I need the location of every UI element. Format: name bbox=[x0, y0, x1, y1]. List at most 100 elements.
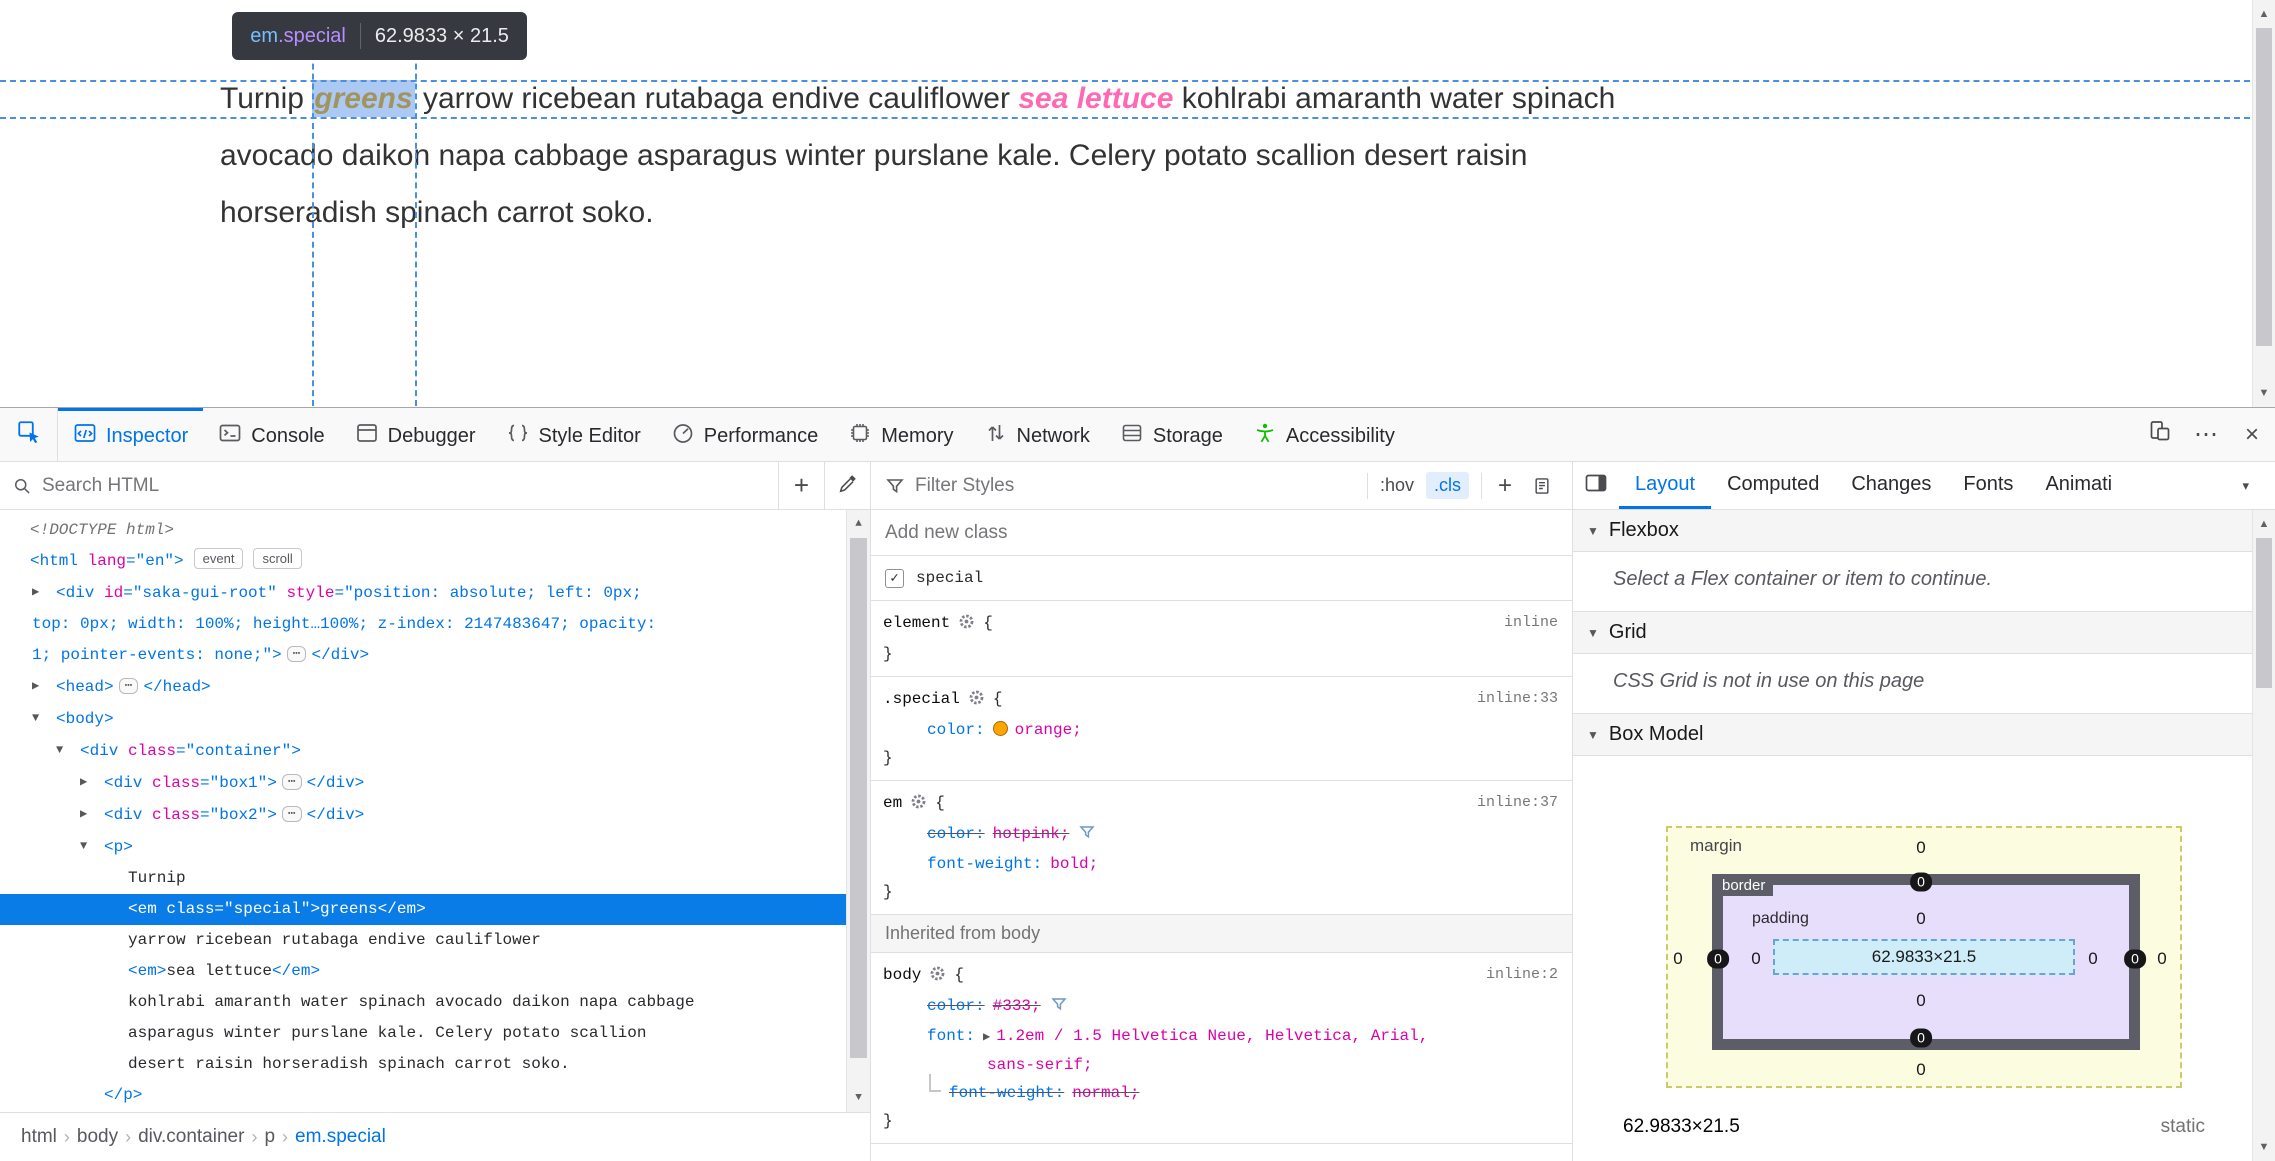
tab-memory[interactable]: Memory bbox=[833, 408, 968, 461]
rule-selector[interactable]: em bbox=[883, 794, 902, 812]
tab-debugger[interactable]: Debugger bbox=[340, 408, 491, 461]
collapse-arrow-icon[interactable]: ▼ bbox=[32, 703, 56, 734]
pseudo-class-toggle[interactable]: :hov bbox=[1374, 471, 1420, 500]
tab-console[interactable]: Console bbox=[203, 408, 339, 461]
property-value[interactable]: #333; bbox=[993, 997, 1041, 1015]
tab-layout[interactable]: Layout bbox=[1619, 462, 1712, 509]
flexbox-section-header[interactable]: ▼ Flexbox bbox=[1573, 510, 2275, 552]
padding-top-value[interactable]: 0 bbox=[1916, 909, 1925, 929]
tree-node-em-special-selected[interactable]: <em class="special">greens</em> bbox=[0, 894, 870, 925]
tree-node-div-box1[interactable]: ▶ <div class="box1"> ⋯ </div> bbox=[0, 767, 870, 799]
padding-left-value[interactable]: 0 bbox=[1751, 949, 1760, 969]
tab-fonts[interactable]: Fonts bbox=[1947, 462, 2029, 509]
page-scrollbar[interactable]: ▲ ▼ bbox=[2252, 0, 2275, 407]
rule-selector[interactable]: element bbox=[883, 614, 950, 632]
tab-performance[interactable]: Performance bbox=[656, 408, 834, 461]
property-name[interactable]: color: bbox=[927, 721, 985, 739]
box-model-content-region[interactable]: 62.9833×21.5 bbox=[1773, 939, 2075, 975]
tree-node-saka-gui-root[interactable]: ▶ <div id="saka-gui-root" style="position… bbox=[0, 577, 870, 671]
new-stylesheet-icon[interactable] bbox=[1522, 476, 1562, 496]
markup-tree[interactable]: <!DOCTYPE html> <html lang="en"> event scr… bbox=[0, 510, 870, 1112]
box-model-margin-region[interactable]: margin 62.9833×21.5 border padding 0 0 0… bbox=[1666, 826, 2182, 1088]
selector-gear-icon[interactable] bbox=[929, 964, 946, 992]
inline-ellipsis-button[interactable]: ⋯ bbox=[281, 774, 302, 790]
markup-scrollbar-thumb[interactable] bbox=[850, 538, 867, 1058]
class-checkbox[interactable]: ✓ bbox=[885, 568, 904, 588]
add-node-button[interactable]: + bbox=[778, 462, 824, 509]
box-model-border-region[interactable]: 62.9833×21.5 bbox=[1712, 874, 2140, 1050]
overridden-filter-icon[interactable] bbox=[1079, 822, 1096, 850]
tree-node-em-sea-lettuce[interactable]: <em>sea lettuce</em> bbox=[0, 956, 870, 987]
all-tabs-menu-icon[interactable]: ▾ bbox=[2242, 478, 2249, 494]
scroll-down-arrow[interactable]: ▼ bbox=[847, 1084, 870, 1112]
tree-node-text-kohlrabi[interactable]: kohlrabi amaranth water spinach avocado … bbox=[0, 987, 870, 1080]
tab-accessibility[interactable]: Accessibility bbox=[1238, 408, 1410, 461]
rule-source-link[interactable]: inline bbox=[1504, 609, 1558, 637]
meatball-menu-button[interactable]: ⋯ bbox=[2183, 408, 2229, 461]
tree-node-p[interactable]: ▼ <p> bbox=[0, 831, 870, 863]
expand-shorthand-icon[interactable]: ▶ bbox=[983, 1030, 990, 1044]
box-model-section-header[interactable]: ▼ Box Model bbox=[1573, 714, 2275, 756]
property-value[interactable]: 1.2em / 1.5 Helvetica Neue, Helvetica, A… bbox=[996, 1027, 1428, 1045]
class-panel-toggle[interactable]: .cls bbox=[1425, 472, 1469, 499]
padding-bottom-value[interactable]: 0 bbox=[1916, 991, 1925, 1011]
border-right-value[interactable]: 0 bbox=[2124, 949, 2146, 969]
rule-source-link[interactable]: inline:37 bbox=[1477, 789, 1558, 817]
event-badge[interactable]: event bbox=[193, 548, 244, 569]
scroll-down-arrow[interactable]: ▼ bbox=[2253, 1133, 2275, 1161]
sidebar-scrollbar-thumb[interactable] bbox=[2256, 538, 2272, 688]
tree-node-text-yarrow[interactable]: yarrow ricebean rutabaga endive cauliflo… bbox=[0, 925, 870, 956]
border-bottom-value[interactable]: 0 bbox=[1910, 1028, 1932, 1048]
breadcrumb-item-p[interactable]: p bbox=[257, 1126, 282, 1148]
property-value[interactable]: normal; bbox=[1072, 1084, 1139, 1102]
property-name[interactable]: font: bbox=[927, 1027, 975, 1045]
rule-selector[interactable]: .special bbox=[883, 690, 960, 708]
responsive-design-mode-button[interactable] bbox=[2137, 408, 2183, 461]
rule-source-link[interactable]: inline:33 bbox=[1477, 685, 1558, 713]
three-pane-toggle-button[interactable] bbox=[1573, 462, 1619, 509]
markup-scrollbar[interactable]: ▲ ▼ bbox=[846, 510, 870, 1112]
tab-inspector[interactable]: Inspector bbox=[58, 408, 204, 461]
close-devtools-button[interactable]: × bbox=[2229, 408, 2275, 461]
property-name[interactable]: font-weight: bbox=[927, 855, 1042, 873]
inline-ellipsis-button[interactable]: ⋯ bbox=[118, 678, 139, 694]
tab-computed[interactable]: Computed bbox=[1711, 462, 1835, 509]
tree-node-head[interactable]: ▶ <head> ⋯ </head> bbox=[0, 671, 870, 703]
tab-storage[interactable]: Storage bbox=[1105, 408, 1238, 461]
breadcrumb-item-div-container[interactable]: div.container bbox=[131, 1126, 251, 1148]
tree-node-p-close[interactable]: </p> bbox=[0, 1080, 870, 1111]
node-picker-button[interactable] bbox=[0, 408, 58, 461]
search-input[interactable]: Search HTML bbox=[42, 475, 778, 497]
margin-top-value[interactable]: 0 bbox=[1916, 838, 1925, 858]
tree-node-doctype[interactable]: <!DOCTYPE html> bbox=[0, 515, 870, 546]
tree-node-body[interactable]: ▼ <body> bbox=[0, 703, 870, 735]
sidebar-scrollbar[interactable]: ▲ ▼ bbox=[2252, 510, 2275, 1161]
property-value[interactable]: orange; bbox=[1015, 721, 1082, 739]
expand-arrow-icon[interactable]: ▶ bbox=[32, 577, 56, 608]
tab-animations[interactable]: Animati bbox=[2029, 462, 2112, 509]
expand-arrow-icon[interactable]: ▶ bbox=[32, 671, 56, 702]
filter-styles-input[interactable]: Filter Styles bbox=[915, 475, 1361, 497]
overridden-filter-icon[interactable] bbox=[1050, 994, 1067, 1022]
eyedropper-button[interactable] bbox=[824, 462, 870, 509]
margin-left-value[interactable]: 0 bbox=[1673, 949, 1682, 969]
scroll-badge[interactable]: scroll bbox=[253, 548, 302, 569]
padding-right-value[interactable]: 0 bbox=[2088, 949, 2097, 969]
scroll-up-arrow[interactable]: ▲ bbox=[2253, 510, 2275, 538]
collapse-arrow-icon[interactable]: ▼ bbox=[56, 735, 80, 766]
margin-right-value[interactable]: 0 bbox=[2157, 949, 2166, 969]
rule-selector[interactable]: body bbox=[883, 966, 921, 984]
expand-arrow-icon[interactable]: ▶ bbox=[80, 799, 104, 830]
property-name[interactable]: color: bbox=[927, 997, 985, 1015]
selector-gear-icon[interactable] bbox=[958, 612, 975, 640]
color-swatch-orange[interactable] bbox=[992, 721, 1008, 736]
property-name[interactable]: font-weight: bbox=[949, 1084, 1064, 1102]
scroll-up-arrow[interactable]: ▲ bbox=[847, 510, 870, 538]
collapse-arrow-icon[interactable]: ▼ bbox=[80, 831, 104, 862]
selector-gear-icon[interactable] bbox=[910, 792, 927, 820]
selector-gear-icon[interactable] bbox=[968, 688, 985, 716]
tab-style-editor[interactable]: Style Editor bbox=[491, 408, 656, 461]
inline-ellipsis-button[interactable]: ⋯ bbox=[286, 646, 307, 662]
property-value[interactable]: bold; bbox=[1050, 855, 1098, 873]
tree-node-html[interactable]: <html lang="en"> event scroll bbox=[0, 546, 870, 577]
